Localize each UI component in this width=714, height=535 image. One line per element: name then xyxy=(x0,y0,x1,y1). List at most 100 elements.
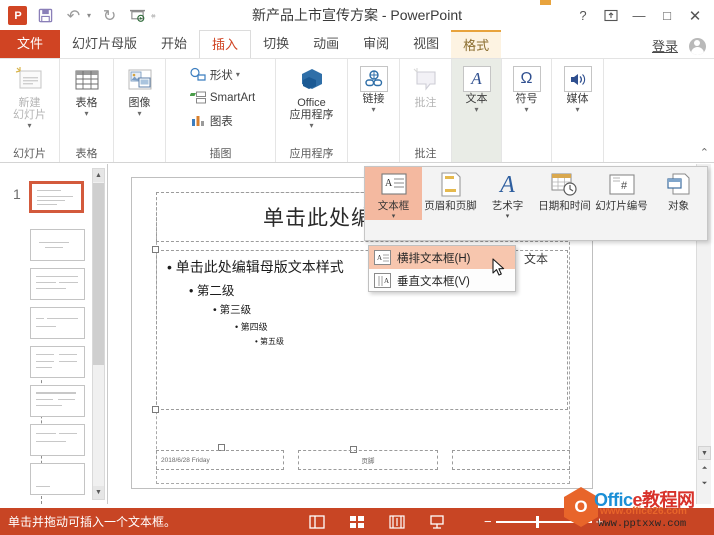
tab-review[interactable]: 审阅 xyxy=(351,30,401,58)
thumbnail-layout-1[interactable] xyxy=(30,229,85,261)
new-slide-button[interactable]: 新建 幻灯片 ▾ xyxy=(2,64,58,130)
thumbnail-layout-3[interactable] xyxy=(30,307,85,339)
tab-insert[interactable]: 插入 xyxy=(199,30,252,58)
resize-handle-left-bottom[interactable] xyxy=(152,406,159,413)
date-placeholder-text: 2018/6/28 Friday xyxy=(161,456,210,464)
thumbnail-layout-2[interactable] xyxy=(30,268,85,300)
images-button[interactable]: 图像 ▾ xyxy=(112,64,168,118)
slide-thumbnail-pane[interactable]: 1 ▲ ▼ xyxy=(0,164,108,504)
tab-view[interactable]: 视图 xyxy=(401,30,451,58)
help-button[interactable]: ? xyxy=(570,4,596,28)
media-button[interactable]: 媒体 ▾ xyxy=(555,64,601,114)
symbols-button[interactable]: Ω 符号 ▾ xyxy=(505,64,549,114)
reading-view-icon[interactable] xyxy=(388,514,406,530)
undo-dropdown-icon[interactable]: ▾ xyxy=(87,11,91,20)
smartart-label: SmartArt xyxy=(209,91,256,104)
date-time-gallery-item[interactable]: 日期和时间 xyxy=(536,167,593,212)
tab-format[interactable]: 格式 xyxy=(451,30,502,58)
zoom-slider[interactable] xyxy=(495,515,592,528)
comment-button[interactable]: 批注 xyxy=(398,64,454,109)
text-button[interactable]: A 文本 ▾ xyxy=(455,64,499,114)
text-box-gallery-caret-icon[interactable]: ▾ xyxy=(392,212,396,220)
text-box-submenu[interactable]: A 横排文本框(H) A 垂直文本框(V) xyxy=(368,245,516,292)
smartart-button[interactable]: SmartArt xyxy=(188,87,257,108)
office-apps-button[interactable]: Office 应用程序 ▾ xyxy=(279,64,345,130)
thumbnail-layout-6[interactable] xyxy=(30,424,85,456)
comment-label: 批注 xyxy=(414,97,437,109)
undo-icon[interactable]: ↶ xyxy=(64,6,83,25)
thumbnail-scrollbar[interactable]: ▲ ▼ xyxy=(92,168,105,500)
previous-slide-button[interactable]: ⏶ xyxy=(698,462,711,476)
ribbon-tab-bar: 文件 幻灯片母版 开始 插入 切换 动画 审阅 视图 格式 登录 xyxy=(0,30,714,59)
symbols-caret-icon[interactable]: ▾ xyxy=(524,105,528,114)
scroll-down-button[interactable]: ▼ xyxy=(698,446,711,460)
horizontal-text-box-menu-item[interactable]: A 横排文本框(H) xyxy=(369,246,515,269)
slide-number-gallery-item[interactable]: # 幻灯片编号 xyxy=(593,167,650,212)
maximize-button[interactable]: □ xyxy=(654,4,680,28)
shapes-button[interactable]: 形状 ▾ xyxy=(188,64,242,85)
symbols-label: 符号 xyxy=(515,93,538,105)
text-caret-icon[interactable]: ▾ xyxy=(474,105,478,114)
redo-icon[interactable]: ↻ xyxy=(100,6,119,25)
slideshow-view-icon[interactable] xyxy=(428,514,446,530)
tab-home[interactable]: 开始 xyxy=(149,30,199,58)
date-placeholder[interactable]: 2018/6/28 Friday xyxy=(156,450,284,470)
table-button[interactable]: 表格 ▾ xyxy=(59,64,115,118)
customize-qat-icon[interactable]: ⩷ xyxy=(151,11,156,21)
tab-slide-master[interactable]: 幻灯片母版 xyxy=(60,30,149,58)
link-button[interactable]: 链接 ▾ xyxy=(346,64,402,114)
media-caret-icon[interactable]: ▾ xyxy=(575,105,579,114)
text-group-gallery[interactable]: A 文本框 ▾ 页眉和页脚 A 艺术字 ▾ 日期和时间 # 幻灯片编号 对象 xyxy=(364,166,708,241)
thumbnail-scroll-down-button[interactable]: ▼ xyxy=(93,486,104,499)
text-box-gallery-item[interactable]: A 文本框 ▾ xyxy=(365,167,422,220)
media-label: 媒体 xyxy=(566,93,589,105)
office-apps-caret-icon[interactable]: ▾ xyxy=(309,121,313,130)
resize-handle-left-top[interactable] xyxy=(152,246,159,253)
thumbnail-master[interactable] xyxy=(29,181,84,213)
header-footer-gallery-item[interactable]: 页眉和页脚 xyxy=(422,167,479,212)
slide-sorter-view-icon[interactable] xyxy=(348,514,366,530)
thumbnail-scroll-up-button[interactable]: ▲ xyxy=(93,169,104,182)
zoom-slider-knob[interactable] xyxy=(535,515,539,528)
sign-in-link[interactable]: 登录 xyxy=(652,36,678,55)
tab-animations[interactable]: 动画 xyxy=(301,30,351,58)
normal-view-icon[interactable] xyxy=(308,514,326,530)
minimize-button[interactable]: — xyxy=(626,4,652,28)
zoom-control[interactable]: − + xyxy=(484,514,634,529)
ribbon-group-illustrations: 形状 ▾ SmartArt 图表 插图 xyxy=(166,59,276,162)
wordart-gallery-caret-icon[interactable]: ▾ xyxy=(506,212,510,220)
new-slide-label-1: 新建 xyxy=(18,97,41,109)
slide-number-placeholder[interactable] xyxy=(452,450,570,470)
link-caret-icon[interactable]: ▾ xyxy=(371,105,375,114)
wordart-gallery-item[interactable]: A 艺术字 ▾ xyxy=(479,167,536,221)
collapse-ribbon-button[interactable]: ⌃ xyxy=(700,146,709,159)
thumbnail-layout-7[interactable] xyxy=(30,463,85,495)
start-slideshow-icon[interactable] xyxy=(128,6,147,25)
close-button[interactable]: ✕ xyxy=(682,4,708,28)
text-label: 文本 xyxy=(465,93,488,105)
tab-transitions[interactable]: 切换 xyxy=(251,30,301,58)
smartart-icon xyxy=(189,90,207,106)
new-slide-caret-icon[interactable]: ▾ xyxy=(27,121,31,130)
thumbnail-scroll-thumb[interactable] xyxy=(93,183,104,365)
thumbnail-layout-4[interactable] xyxy=(30,346,85,378)
table-caret-icon[interactable]: ▾ xyxy=(84,109,88,118)
zoom-in-button[interactable]: + xyxy=(596,514,604,529)
save-icon[interactable] xyxy=(36,6,55,25)
vertical-text-box-label: 垂直文本框(V) xyxy=(397,275,470,288)
footer-placeholder[interactable]: 页脚 xyxy=(298,450,438,470)
ribbon-display-options-button[interactable] xyxy=(598,4,624,28)
vertical-text-box-menu-item[interactable]: A 垂直文本框(V) xyxy=(369,269,515,292)
tab-file[interactable]: 文件 xyxy=(0,30,61,58)
next-slide-button[interactable]: ⏷ xyxy=(698,477,711,491)
ribbon-group-images: 图像 ▾ xyxy=(114,59,166,162)
account-avatar[interactable] xyxy=(684,34,710,58)
images-caret-icon[interactable]: ▾ xyxy=(137,109,141,118)
chart-button[interactable]: 图表 xyxy=(188,110,235,131)
group-label-slides: 幻灯片 xyxy=(13,148,46,160)
shapes-caret-icon[interactable]: ▾ xyxy=(236,70,240,79)
object-gallery-item[interactable]: 对象 xyxy=(650,167,707,212)
omega-icon: Ω xyxy=(512,66,541,92)
thumbnail-layout-5[interactable] xyxy=(30,385,85,417)
zoom-out-button[interactable]: − xyxy=(484,514,492,529)
